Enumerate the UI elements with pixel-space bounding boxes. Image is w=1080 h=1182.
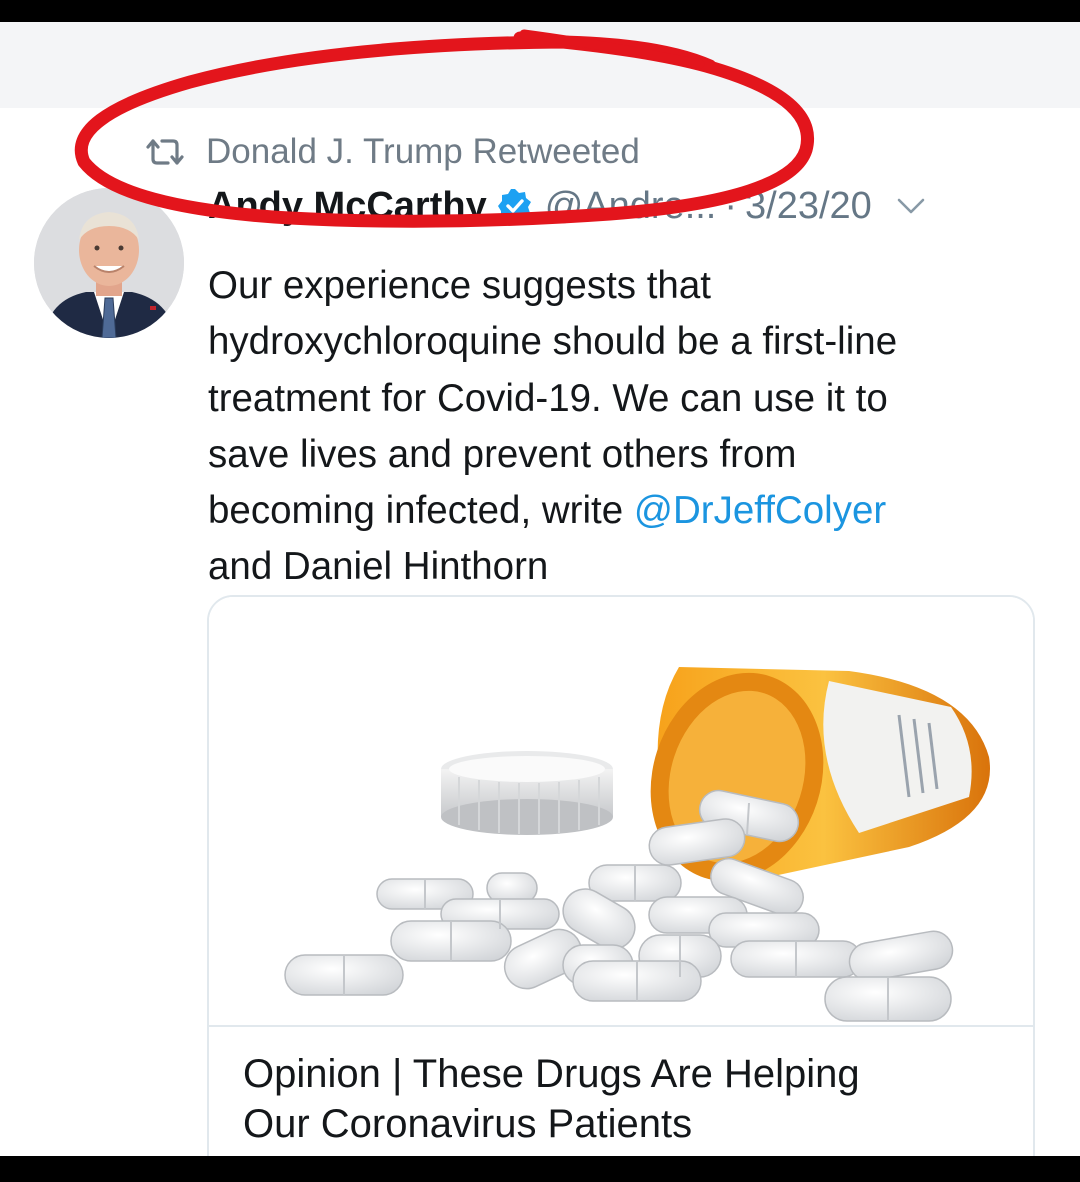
photo-frame-top bbox=[0, 0, 1080, 22]
verified-badge-icon bbox=[497, 189, 531, 223]
author-name[interactable]: Andy McCarthy bbox=[208, 185, 487, 228]
tweet-text-line: hydroxychloroquine should be a first-lin… bbox=[208, 320, 898, 364]
card-title-line: Opinion | These Drugs Are Helping bbox=[243, 1052, 860, 1096]
card-image bbox=[209, 597, 1033, 1025]
retweet-banner-text: Donald J. Trump Retweeted bbox=[206, 132, 640, 171]
tweet-text-segment: becoming infected, write bbox=[208, 489, 634, 533]
top-bar bbox=[0, 22, 1080, 108]
tweet-text-line: becoming infected, write @DrJeffColyer bbox=[208, 483, 1058, 539]
tweet-text: Our experience suggests that hydroxychlo… bbox=[208, 258, 1058, 596]
tweet-header: Andy McCarthy @Andre... · 3/23/20 bbox=[208, 182, 1048, 230]
author-handle[interactable]: @Andre... bbox=[545, 185, 717, 228]
card-divider bbox=[209, 1025, 1033, 1027]
photo-frame-bottom bbox=[0, 1156, 1080, 1182]
card-title-line: Our Coronavirus Patients bbox=[243, 1102, 693, 1146]
retweet-icon bbox=[146, 139, 184, 165]
tweet-date[interactable]: 3/23/20 bbox=[745, 185, 872, 228]
chevron-down-icon[interactable] bbox=[896, 196, 926, 216]
card-title[interactable]: Opinion | These Drugs Are Helping Our Co… bbox=[243, 1049, 1013, 1149]
tweet-text-line: and Daniel Hinthorn bbox=[208, 545, 549, 589]
twitter-screen: Donald J. Trump Retweeted Andy McCarthy … bbox=[0, 22, 1080, 1156]
tweet-text-line: Our experience suggests that bbox=[208, 264, 711, 307]
tweet-text-line: treatment for Covid-19. We can use it to bbox=[208, 376, 888, 420]
link-card[interactable]: Opinion | These Drugs Are Helping Our Co… bbox=[207, 595, 1035, 1156]
mention-link[interactable]: @DrJeffColyer bbox=[634, 489, 886, 532]
tweet-text-line: save lives and prevent others from bbox=[208, 432, 797, 476]
avatar-photo bbox=[34, 188, 184, 338]
header-separator: · bbox=[724, 184, 738, 227]
avatar[interactable] bbox=[34, 188, 184, 338]
pill-bottle-image bbox=[209, 597, 1033, 1025]
retweet-banner[interactable]: Donald J. Trump Retweeted bbox=[144, 130, 640, 174]
